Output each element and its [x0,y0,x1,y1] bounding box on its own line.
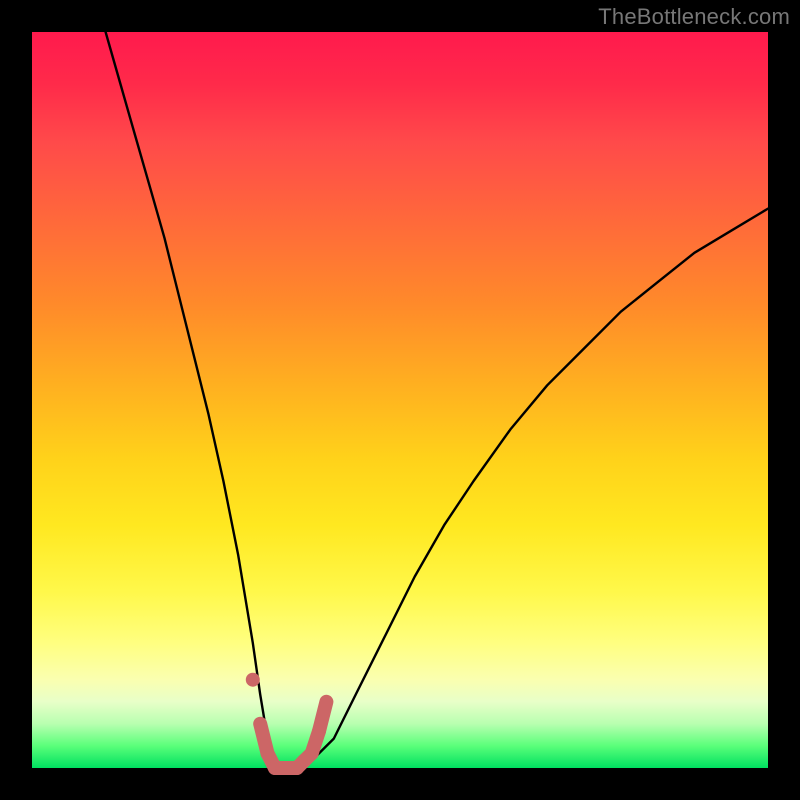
bottleneck-curve [106,32,768,768]
chart-frame: TheBottleneck.com [0,0,800,800]
plot-area [32,32,768,768]
watermark-text: TheBottleneck.com [598,4,790,30]
curve-layer [32,32,768,768]
highlight-band [246,673,327,768]
